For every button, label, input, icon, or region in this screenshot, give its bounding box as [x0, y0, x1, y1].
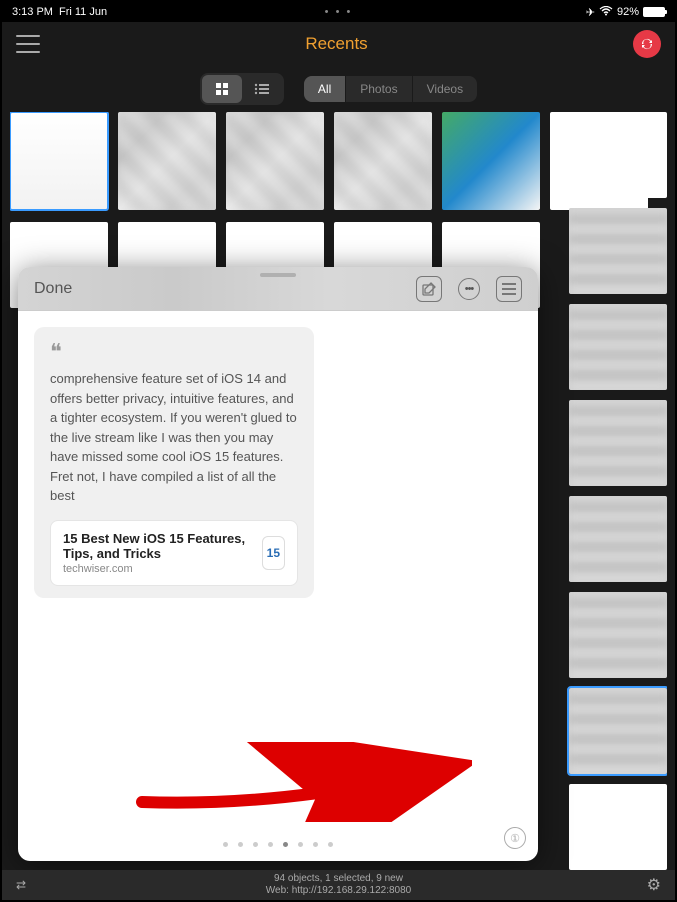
thumbnail[interactable] [10, 112, 108, 210]
link-thumbnail: 15 [262, 536, 285, 570]
airplane-icon: ✈ [586, 6, 595, 19]
sheet-header: Done ••• [18, 267, 538, 311]
thumbnail[interactable] [226, 112, 324, 210]
list-icon[interactable] [496, 276, 522, 302]
status-objects: 94 objects, 1 selected, 9 new [266, 873, 412, 885]
list-view-button[interactable] [242, 75, 282, 103]
grid-view-button[interactable] [202, 75, 242, 103]
bottom-bar: ⇄ 94 objects, 1 selected, 9 new Web: htt… [2, 870, 675, 900]
thumbnail[interactable] [569, 112, 667, 198]
thumbnail[interactable] [118, 112, 216, 210]
nav-bar: Recents [2, 22, 675, 66]
thumbnail[interactable] [569, 400, 667, 486]
link-source: techwiser.com [63, 563, 252, 575]
status-date: Fri 11 Jun [59, 6, 107, 18]
filter-photos[interactable]: Photos [346, 76, 412, 102]
transfer-icon[interactable]: ⇄ [16, 881, 26, 889]
filter-videos[interactable]: Videos [413, 76, 477, 102]
page-title: Recents [305, 34, 367, 54]
page-indicator[interactable] [223, 842, 333, 847]
status-web: Web: http://192.168.29.122:8080 [266, 885, 412, 897]
quick-note-sheet[interactable]: Done ••• ❝ comprehensive feature set of … [18, 267, 538, 861]
note-card[interactable]: ❝ comprehensive feature set of iOS 14 an… [34, 327, 314, 598]
thumbnail[interactable] [569, 592, 667, 678]
status-bar: 3:13 PM Fri 11 Jun • • • ✈ 92% [2, 2, 675, 22]
thumbnail[interactable] [569, 688, 667, 774]
link-title: 15 Best New iOS 15 Features, Tips, and T… [63, 531, 252, 561]
sheet-body: ❝ comprehensive feature set of iOS 14 an… [18, 311, 538, 614]
done-button[interactable]: Done [34, 280, 72, 298]
thumbnail[interactable] [569, 784, 667, 870]
note-text: comprehensive feature set of iOS 14 and … [50, 369, 298, 506]
thumbnail[interactable] [569, 496, 667, 582]
thumbnail[interactable] [442, 112, 540, 210]
menu-button[interactable] [16, 35, 40, 53]
thumbnail[interactable] [334, 112, 432, 210]
thumbnail[interactable] [569, 208, 667, 294]
thumbnail[interactable] [569, 304, 667, 390]
filter-toggle: All Photos Videos [304, 76, 477, 102]
status-time: 3:13 PM [12, 6, 53, 18]
view-mode-toggle [200, 73, 284, 105]
link-preview[interactable]: 15 Best New iOS 15 Features, Tips, and T… [50, 520, 298, 586]
filter-all[interactable]: All [304, 76, 346, 102]
settings-icon[interactable]: ⚙ [647, 875, 661, 895]
quote-icon: ❝ [50, 341, 298, 363]
battery-percent: 92% [617, 6, 639, 18]
toolbar: All Photos Videos [2, 66, 675, 112]
compose-icon[interactable] [416, 276, 442, 302]
multitask-dots: • • • [325, 6, 353, 18]
more-icon[interactable]: ••• [458, 278, 480, 300]
sync-button[interactable] [633, 30, 661, 58]
battery-icon [643, 7, 665, 17]
wifi-icon [599, 6, 613, 19]
annotation-icon[interactable]: ① [504, 827, 526, 849]
